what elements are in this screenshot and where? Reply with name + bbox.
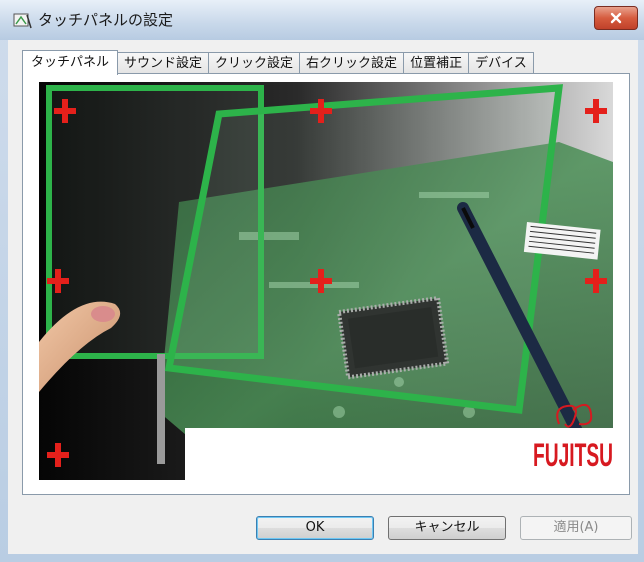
- tab-sound-settings[interactable]: サウンド設定: [117, 52, 210, 75]
- window-title: タッチパネルの設定: [38, 11, 174, 29]
- tab-click-settings[interactable]: クリック設定: [208, 52, 301, 75]
- apply-button[interactable]: 適用(A): [520, 516, 632, 540]
- touch-panel-illustration: FUJITSU: [39, 82, 613, 480]
- dialog-window: タッチパネルの設定 タッチパネル サウンド設定 クリック設定 右クリック設定 位…: [0, 0, 644, 562]
- tab-right-click-settings[interactable]: 右クリック設定: [299, 52, 405, 75]
- tab-touch-panel[interactable]: タッチパネル: [22, 50, 119, 75]
- close-button[interactable]: [594, 6, 638, 30]
- title-bar[interactable]: タッチパネルの設定: [0, 0, 644, 40]
- touch-panel-settings-icon: [13, 13, 32, 29]
- close-x-icon: [610, 12, 622, 24]
- dialog-client-area: タッチパネル サウンド設定 クリック設定 右クリック設定 位置補正 デバイス F…: [8, 40, 638, 554]
- illustration-graphic: FUJITSU: [39, 82, 613, 480]
- tab-device[interactable]: デバイス: [468, 52, 534, 75]
- touch-panel-tab-page: FUJITSU: [22, 73, 630, 495]
- svg-text:FUJITSU: FUJITSU: [533, 437, 613, 473]
- cancel-button[interactable]: キャンセル: [388, 516, 506, 540]
- tab-position-calibration[interactable]: 位置補正: [403, 52, 470, 75]
- ok-button[interactable]: OK: [256, 516, 374, 540]
- tab-strip: タッチパネル サウンド設定 クリック設定 右クリック設定 位置補正 デバイス: [22, 50, 534, 75]
